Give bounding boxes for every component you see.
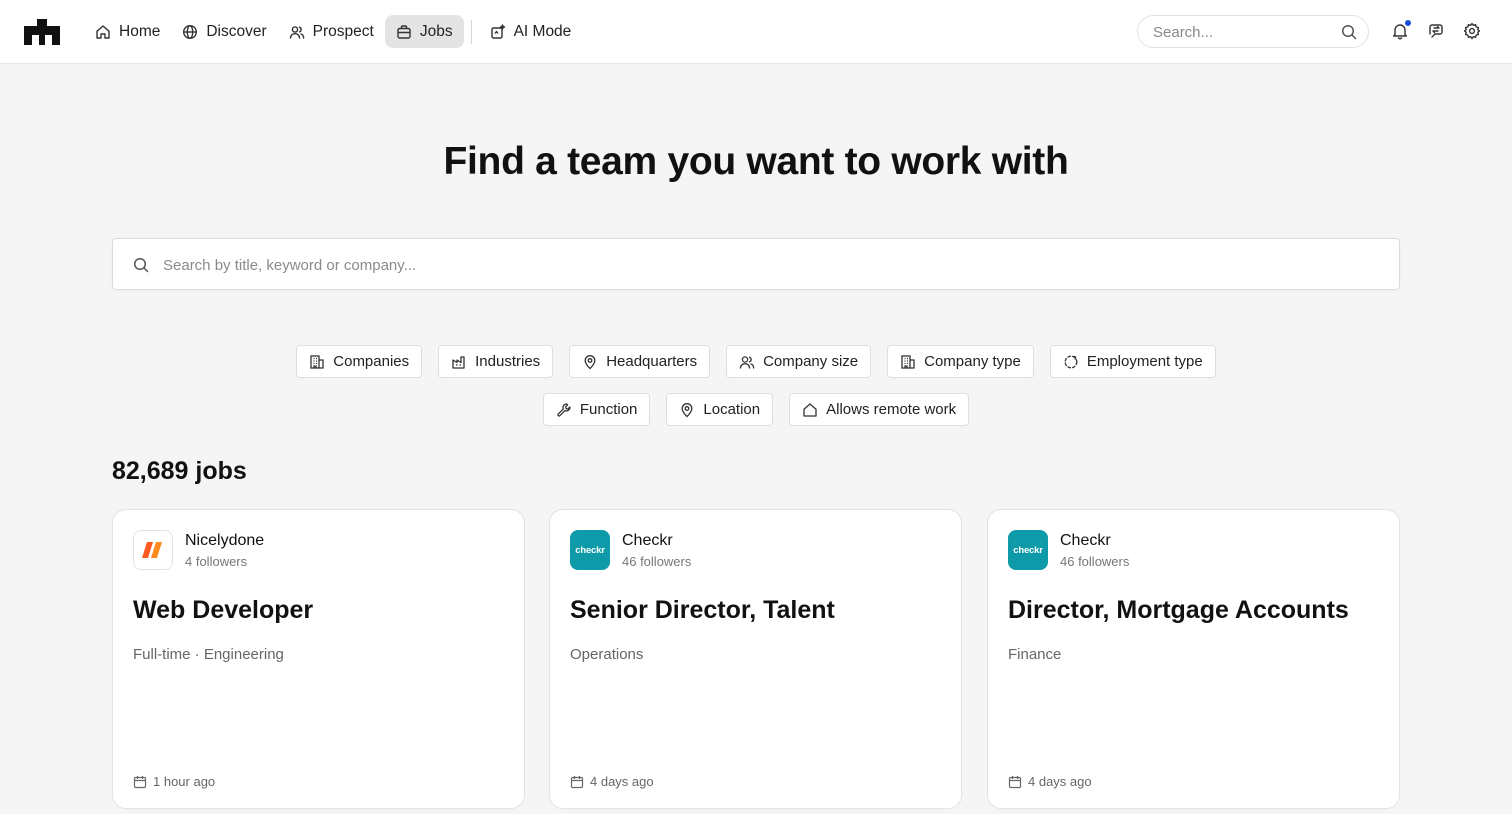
top-navigation-bar: Home Discover Prospect Jobs AI Mode bbox=[0, 0, 1512, 64]
job-card[interactable]: Nicelydone 4 followers Web Developer Ful… bbox=[112, 509, 525, 809]
users-icon bbox=[289, 24, 305, 40]
nav-prospect[interactable]: Prospect bbox=[278, 15, 385, 48]
job-posted: 1 hour ago bbox=[133, 774, 215, 789]
map-pin-icon bbox=[582, 354, 598, 370]
filter-headquarters[interactable]: Headquarters bbox=[569, 345, 711, 378]
filter-allows-remote-work-label: Allows remote work bbox=[826, 401, 957, 418]
notification-dot bbox=[1405, 20, 1411, 26]
chat-switch-icon[interactable] bbox=[1427, 22, 1445, 40]
job-title[interactable]: Director, Mortgage Accounts bbox=[1008, 596, 1349, 625]
wrench-icon bbox=[556, 402, 572, 418]
job-title[interactable]: Senior Director, Talent bbox=[570, 596, 835, 625]
global-search-input[interactable] bbox=[1153, 22, 1333, 42]
job-card[interactable]: checkr Checkr 46 followers Director, Mor… bbox=[987, 509, 1400, 809]
company-name[interactable]: Nicelydone bbox=[185, 532, 264, 550]
nicelydone-logo-icon bbox=[142, 542, 162, 558]
ai-sparkle-icon bbox=[490, 23, 506, 40]
job-posted-label: 4 days ago bbox=[1028, 774, 1092, 789]
gear-icon[interactable] bbox=[1463, 22, 1481, 40]
filter-function-label: Function bbox=[579, 401, 638, 418]
filter-company-size-label: Company size bbox=[763, 353, 859, 370]
calendar-icon bbox=[133, 775, 147, 789]
filter-industries-label: Industries bbox=[475, 353, 541, 370]
dashed-cycle-icon bbox=[1063, 354, 1079, 370]
filter-row-2: Function Location Allows remote work bbox=[0, 393, 1512, 426]
filter-industries[interactable]: Industries bbox=[438, 345, 554, 378]
globe-icon bbox=[182, 24, 198, 40]
nav-home[interactable]: Home bbox=[84, 15, 171, 48]
filter-location-label: Location bbox=[703, 401, 761, 418]
job-meta: Full-time · Engineering bbox=[133, 646, 284, 663]
filter-headquarters-label: Headquarters bbox=[606, 353, 698, 370]
job-search-bar bbox=[112, 238, 1400, 290]
filter-row-1: Companies Industries Headquarters Compan… bbox=[0, 345, 1512, 378]
nav-ai-mode[interactable]: AI Mode bbox=[479, 15, 583, 48]
filter-company-size[interactable]: Company size bbox=[726, 345, 872, 378]
company-name[interactable]: Checkr bbox=[622, 532, 673, 550]
search-icon bbox=[133, 257, 149, 273]
nav-home-label: Home bbox=[119, 22, 161, 40]
filter-function[interactable]: Function bbox=[542, 393, 651, 426]
job-meta: Operations bbox=[570, 646, 644, 663]
nav-jobs[interactable]: Jobs bbox=[384, 15, 464, 48]
briefcase-icon bbox=[396, 24, 412, 40]
company-followers: 4 followers bbox=[185, 554, 248, 569]
calendar-icon bbox=[1008, 775, 1022, 789]
nav-discover-label: Discover bbox=[206, 22, 267, 40]
filter-employment-type[interactable]: Employment type bbox=[1049, 345, 1216, 378]
filter-company-type-label: Company type bbox=[924, 353, 1021, 370]
job-posted: 4 days ago bbox=[1008, 774, 1092, 789]
job-posted-label: 4 days ago bbox=[590, 774, 654, 789]
home-icon bbox=[802, 402, 818, 418]
main-nav: Home Discover Prospect Jobs AI Mode bbox=[84, 15, 582, 48]
job-posted: 4 days ago bbox=[570, 774, 654, 789]
company-followers: 46 followers bbox=[622, 554, 692, 569]
filter-employment-type-label: Employment type bbox=[1086, 353, 1203, 370]
job-card[interactable]: checkr Checkr 46 followers Senior Direct… bbox=[549, 509, 962, 809]
building-icon bbox=[900, 354, 916, 370]
building-icon bbox=[309, 354, 325, 370]
nav-discover[interactable]: Discover bbox=[171, 15, 277, 48]
nav-divider bbox=[470, 19, 472, 44]
nav-jobs-label: Jobs bbox=[419, 22, 453, 40]
filter-companies-label: Companies bbox=[333, 353, 410, 370]
global-search bbox=[1137, 15, 1369, 48]
factory-icon bbox=[451, 354, 467, 370]
filter-location[interactable]: Location bbox=[666, 393, 774, 426]
users-icon bbox=[739, 354, 755, 370]
calendar-icon bbox=[570, 775, 584, 789]
job-search-input[interactable] bbox=[163, 253, 1363, 277]
map-pin-icon bbox=[679, 402, 695, 418]
home-icon bbox=[95, 24, 111, 40]
nav-prospect-label: Prospect bbox=[312, 22, 374, 40]
page-title: Find a team you want to work with bbox=[443, 140, 1069, 183]
company-name[interactable]: Checkr bbox=[1060, 532, 1111, 550]
search-icon[interactable] bbox=[1341, 24, 1357, 40]
company-logo bbox=[133, 530, 173, 570]
nav-ai-mode-label: AI Mode bbox=[513, 22, 572, 40]
app-logo[interactable] bbox=[24, 19, 60, 45]
company-followers: 46 followers bbox=[1060, 554, 1130, 569]
jobs-count: 82,689 jobs bbox=[112, 457, 247, 485]
job-meta: Finance bbox=[1008, 646, 1062, 663]
job-title[interactable]: Web Developer bbox=[133, 596, 313, 625]
job-posted-label: 1 hour ago bbox=[153, 774, 216, 789]
company-logo: checkr bbox=[1008, 530, 1048, 570]
company-logo: checkr bbox=[570, 530, 610, 570]
filter-companies[interactable]: Companies bbox=[296, 345, 423, 378]
filter-company-type[interactable]: Company type bbox=[887, 345, 1034, 378]
filter-allows-remote-work[interactable]: Allows remote work bbox=[789, 393, 970, 426]
